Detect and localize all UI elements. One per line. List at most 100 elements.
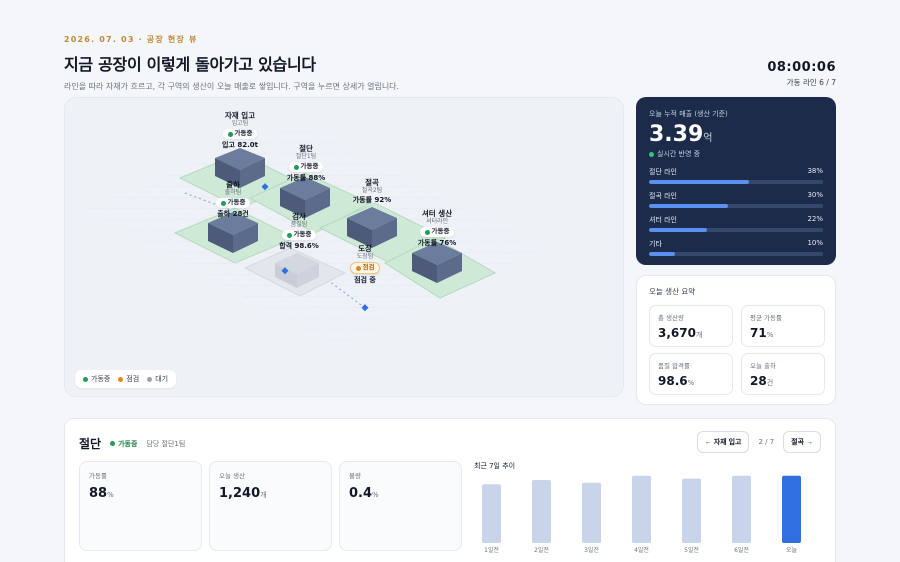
zone-team: 절곡2팀 <box>361 187 383 194</box>
kpi-defect-rate: 불량 0.4% <box>339 461 462 551</box>
summary-title: 오늘 생산 요약 <box>649 287 696 296</box>
date-eyebrow: 2026. 07. 03 · 공장 현장 뷰 <box>64 35 198 44</box>
revenue-row: 셔터 라인 22% <box>649 215 823 232</box>
legend-item: 대기 <box>147 374 168 384</box>
zone-name: 출하 <box>226 180 240 189</box>
zone-name: 자재 입고 <box>224 111 256 120</box>
kpi-today-output: 오늘 생산 1,240개 <box>209 461 332 551</box>
page-header: 2026. 07. 03 · 공장 현장 뷰 지금 공장이 이렇게 돌아가고 있… <box>64 34 836 94</box>
status-dot-icon <box>355 265 361 271</box>
revenue-row-pct: 30% <box>807 191 823 199</box>
legend-dot-icon <box>83 376 88 382</box>
zone-name: 검사 <box>292 212 306 221</box>
revenue-row-label: 절단 라인 <box>649 168 677 176</box>
zone-team: 절단1팀 <box>295 153 317 160</box>
clock-time: 08:00:06 <box>767 60 836 75</box>
revenue-row-label: 기타 <box>649 240 662 248</box>
page-title: 지금 공장이 이렇게 돌아가고 있습니다 <box>64 55 316 74</box>
zone-team: 셔터라인 <box>425 218 449 225</box>
revenue-row-pct: 10% <box>807 239 823 247</box>
zone-cutting[interactable]: 절단 절단1팀 가동중 가동률 88% <box>266 144 346 182</box>
trend-bar <box>782 475 801 543</box>
trend-bar <box>532 480 551 543</box>
revenue-row-pct: 38% <box>807 167 823 175</box>
zone-team: 입고팀 <box>231 120 249 127</box>
revenue-row-label: 절곡 라인 <box>649 192 677 200</box>
factory-map: 자재 입고 입고팀 가동중 입고 82.0t 절단 절단1팀 가동중 가동률 8… <box>64 97 624 397</box>
prev-zone-button[interactable]: ← 자재 입고 <box>696 431 750 453</box>
zone-status: 가동중 <box>288 162 324 172</box>
zone-name: 셔터 생산 <box>421 209 453 218</box>
revenue-bar-track <box>649 228 823 232</box>
zone-name: 절곡 <box>365 178 379 187</box>
revenue-bar-track <box>649 180 823 184</box>
legend-item: 점검 <box>118 374 139 384</box>
revenue-row: 절단 라인 38% <box>649 167 823 184</box>
revenue-row-label: 셔터 라인 <box>649 216 677 224</box>
page-indicator: 2 / 7 <box>758 438 775 446</box>
revenue-label: 오늘 누적 매출 (생산 기준) <box>649 110 728 118</box>
zone-team: 도장팀 <box>356 253 374 260</box>
zone-painting[interactable]: 도장 도장팀 점검 점검 중 <box>325 244 405 284</box>
map-legend: 가동중 점검 대기 <box>75 370 177 388</box>
trend-tick-label: 3일전 <box>584 546 599 554</box>
detail-team: 담당 절단1팀 <box>146 439 186 448</box>
status-dot-icon <box>293 164 299 170</box>
trend-tick-label: 5일전 <box>684 546 699 554</box>
zone-metric: 가동률 92% <box>352 196 392 205</box>
status-dot-icon <box>227 131 233 137</box>
revenue-bar-track <box>649 204 823 208</box>
revenue-bar-fill <box>649 252 676 256</box>
zone-pager: ← 자재 입고 2 / 7 절곡 → <box>696 431 821 453</box>
zone-team: 출하팀 <box>224 189 242 196</box>
status-dot-icon <box>220 200 226 206</box>
revenue-row-pct: 22% <box>807 215 823 223</box>
revenue-card: 오늘 누적 매출 (생산 기준) 3.39억 실시간 반영 중 절단 라인 38%… <box>636 97 836 265</box>
trend-chart: 1일전 2일전 3일전 4일전 5일전 6일전 오늘 <box>482 475 801 554</box>
zone-bending[interactable]: 절곡 절곡2팀 가동률 92% <box>332 178 412 205</box>
trend-tick-label: 오늘 <box>786 547 798 554</box>
zone-name: 절단 <box>299 144 313 153</box>
trend-bar <box>632 475 651 543</box>
status-dot-icon <box>286 232 292 238</box>
trend-tick-label: 4일전 <box>634 546 649 554</box>
live-indicator: 실시간 반영 중 <box>649 149 823 159</box>
zone-status: 가동중 <box>222 129 258 139</box>
trend-bar <box>682 478 701 543</box>
summary-shipments: 오늘 출하 28건 <box>741 353 825 395</box>
zone-detail-panel: 절단 가동중 담당 절단1팀 ← 자재 입고 2 / 7 절곡 → 가동률 88%… <box>64 418 836 562</box>
revenue-bar-track <box>649 252 823 256</box>
trend-tick-label: 6일전 <box>734 546 749 554</box>
next-zone-button[interactable]: 절곡 → <box>783 431 821 453</box>
summary-quality-rate: 품질 합격률 98.6% <box>649 353 733 395</box>
legend-dot-icon <box>118 376 124 382</box>
status-dot-icon <box>424 229 430 235</box>
live-dot-icon <box>649 151 654 157</box>
legend-dot-icon <box>147 376 153 382</box>
zone-status: 가동중 <box>281 230 317 240</box>
revenue-breakdown: 절단 라인 38% 절곡 라인 30% 셔터 라인 22% 기타 10% <box>649 167 823 256</box>
status-dot-icon <box>110 441 116 446</box>
zone-team: 품질팀 <box>290 221 308 228</box>
summary-avg-utilization: 평균 가동률 71% <box>741 305 825 347</box>
revenue-row: 절곡 라인 30% <box>649 191 823 208</box>
trend-tick-label: 2일전 <box>534 546 549 554</box>
zone-name: 도장 <box>358 244 372 253</box>
trend-tick-label: 1일전 <box>484 546 499 554</box>
zone-metric: 가동률 76% <box>417 238 457 247</box>
revenue-bar-fill <box>649 204 729 208</box>
trend-bar <box>582 482 601 543</box>
trend-title: 최근 7일 추이 <box>474 462 516 470</box>
zone-shutter[interactable]: 셔터 생산 셔터라인 가동중 가동률 76% <box>397 209 477 247</box>
legend-item: 가동중 <box>83 374 110 384</box>
revenue-row: 기타 10% <box>649 239 823 256</box>
kpi-utilization: 가동률 88% <box>79 461 202 551</box>
page-subtitle: 라인을 따라 자재가 흐르고, 각 구역의 생산이 오늘 매출로 쌓입니다. 구… <box>64 82 400 91</box>
zone-status: 가동중 <box>419 227 455 237</box>
active-lines: 가동 라인 6 / 7 <box>786 78 836 87</box>
detail-title: 절단 <box>79 437 102 451</box>
revenue-bar-fill <box>649 180 750 184</box>
trend-bar <box>732 475 751 543</box>
zone-status: 가동중 <box>215 198 251 208</box>
production-summary-card: 오늘 생산 요약 총 생산량 3,670개 평균 가동률 71% 품질 합격률 98.… <box>636 275 836 405</box>
